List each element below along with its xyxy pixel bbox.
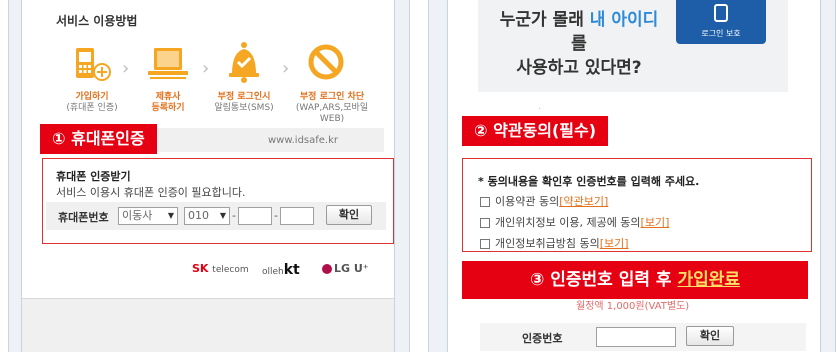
prefix-select[interactable]: 010 ▼ [184,207,230,225]
terms-check-row[interactable]: 이용약관 동의[약관보기] [480,193,608,208]
dash: - [274,209,278,222]
phone-label: 휴대폰번호 [58,211,109,224]
lg-uplus-logo: LG U⁺ [322,262,369,275]
carrier-select[interactable]: 이동사 ▼ [118,207,178,225]
step-label-alert: 부정 로그인시 알림통보(SMS) [214,92,274,113]
right-window-border [394,0,410,352]
step-alert [224,40,264,84]
phone-last-input[interactable] [280,207,314,225]
view-location-link[interactable]: [보기] [641,216,670,229]
verify-desc: 서비스 이용시 휴대폰 인증이 필요합니다. [56,186,246,199]
chevron-right-icon: › [282,58,290,79]
bell-check-icon [229,42,259,83]
step1-callout: ① 휴대폰인증 [40,124,157,154]
privacy-check-row[interactable]: 개인정보취급방침 동의[보기] [480,235,629,250]
verify-title: 휴대폰 인증받기 [56,170,131,183]
view-terms-link[interactable]: [약관보기] [559,195,608,208]
login-protect-badge: 로그인 보호 [676,0,766,44]
left-window-border [8,0,22,352]
chevron-right-icon: › [202,58,210,79]
left-window-border [428,0,448,352]
bottom-strip [22,298,394,352]
right-window-border [820,0,836,352]
step-join [72,44,112,84]
phone-mid-input[interactable] [238,207,272,225]
block-icon [308,44,344,80]
section-title: 서비스 이용방법 [56,14,138,28]
left-screenshot-panel: 서비스 이용방법 › › › 가입하기 (휴대폰 인증) 제휴사 등록하기 부정… [0,0,418,352]
step3-callout: ③ 인증번호 입력 후 가입완료 [462,261,808,299]
lock-icon [714,4,728,22]
chevron-right-icon: › [122,58,130,79]
agree-intro: * 동의내용을 확인후 인증번호를 입력해 주세요. [478,175,700,188]
olleh-kt-logo: ollehkt [262,262,300,278]
step-label-join: 가입하기 (휴대폰 인증) [66,92,118,113]
step-register [146,44,190,84]
faint-text: · [538,104,542,115]
sk-telecom-logo: SK telecom [192,262,249,275]
privacy-checkbox[interactable] [480,239,490,249]
terms-checkbox[interactable] [480,197,490,207]
location-checkbox[interactable] [480,218,490,228]
view-privacy-link[interactable]: [보기] [600,237,629,250]
promo-banner: 누군가 몰래 내 아이디를 사용하고 있다면? 로그인 보호 [478,0,788,92]
dash: - [232,209,236,222]
right-screenshot-panel: 누군가 몰래 내 아이디를 사용하고 있다면? 로그인 보호 · ② 약관동의(… [428,0,836,352]
confirm-button[interactable]: 확인 [326,205,372,225]
laptop-icon [148,48,188,79]
step-label-register: 제휴사 등록하기 [151,92,185,113]
panel-divider [418,0,428,352]
chevron-down-icon: ▼ [167,211,174,220]
location-check-row[interactable]: 개인위치정보 이용, 제공에 동의[보기] [480,214,670,229]
domain-text: www.idsafe.kr [268,135,339,146]
lg-logo-icon [322,264,332,274]
cert-number-input[interactable] [596,327,676,347]
price-text: 월정액 1,000원(VAT별도) [576,301,690,312]
step-block [306,42,346,82]
step-label-block: 부정 로그인 차단 (WAP,ARS,모바일WEB) [295,92,369,124]
chevron-down-icon: ▼ [219,211,226,220]
step2-callout: ② 약관동의(필수) [462,116,609,146]
phone-plus-icon [76,48,111,81]
banner-text: 누군가 몰래 내 아이디를 사용하고 있다면? [499,10,659,78]
cert-confirm-button[interactable]: 확인 [686,326,734,346]
cert-label: 인증번호 [522,332,563,345]
